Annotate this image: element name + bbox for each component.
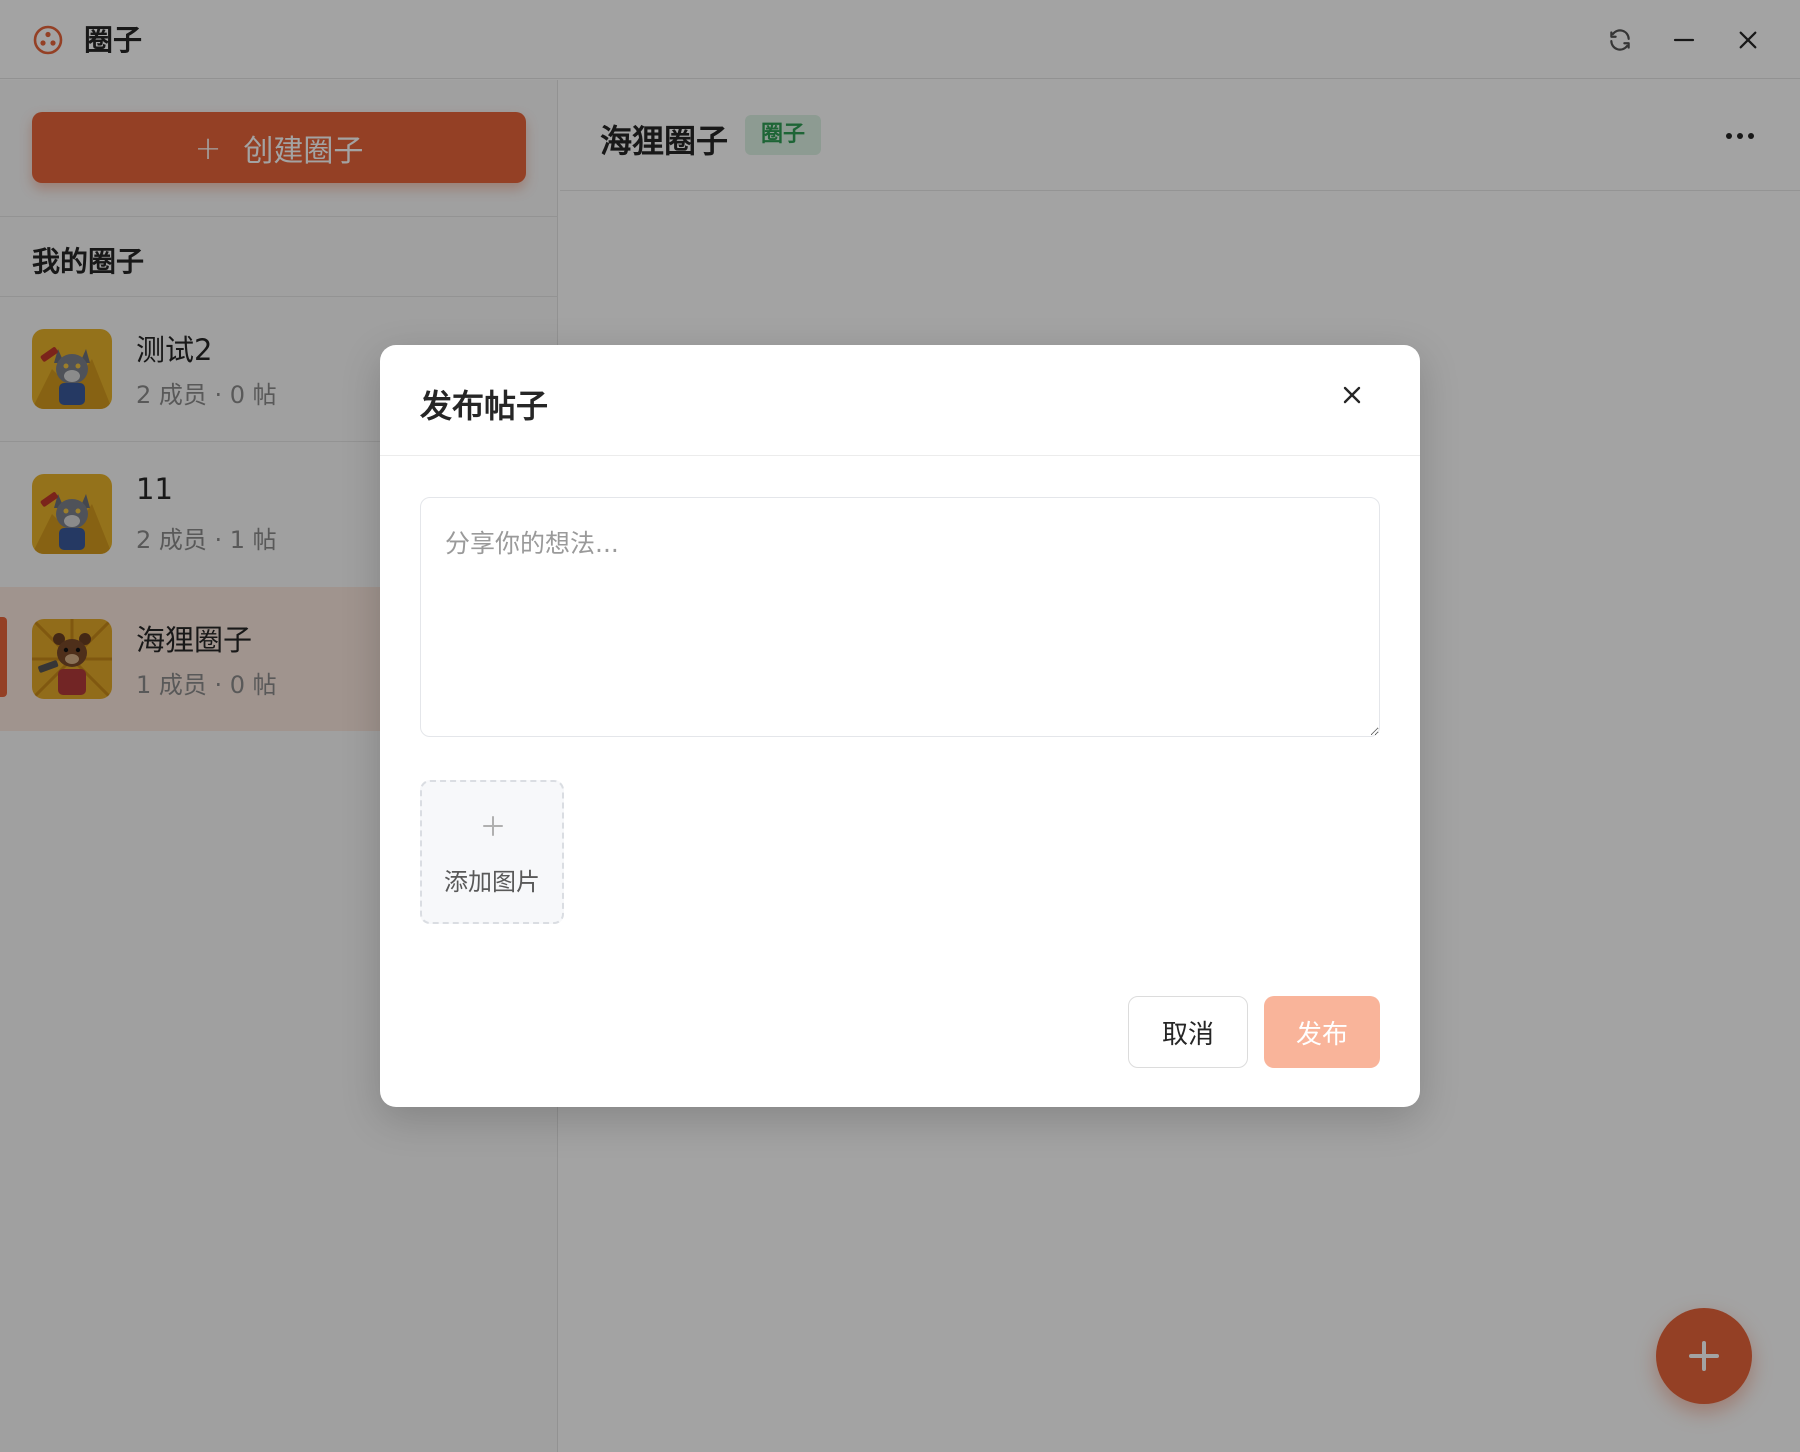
publish-button[interactable]: 发布 [1264,996,1380,1068]
add-image-button[interactable]: 添加图片 [420,780,564,924]
close-icon [1343,386,1361,404]
dialog-close-button[interactable] [1332,375,1372,415]
dialog-title: 发布帖子 [420,387,549,425]
publish-post-dialog: 发布帖子 添加图片 取消 发布 [380,345,1420,1107]
cancel-button[interactable]: 取消 [1128,996,1248,1068]
add-image-label: 添加图片 [444,868,540,896]
dialog-header: 发布帖子 [380,345,1420,456]
post-content-input[interactable] [420,497,1380,737]
plus-icon [483,816,503,836]
